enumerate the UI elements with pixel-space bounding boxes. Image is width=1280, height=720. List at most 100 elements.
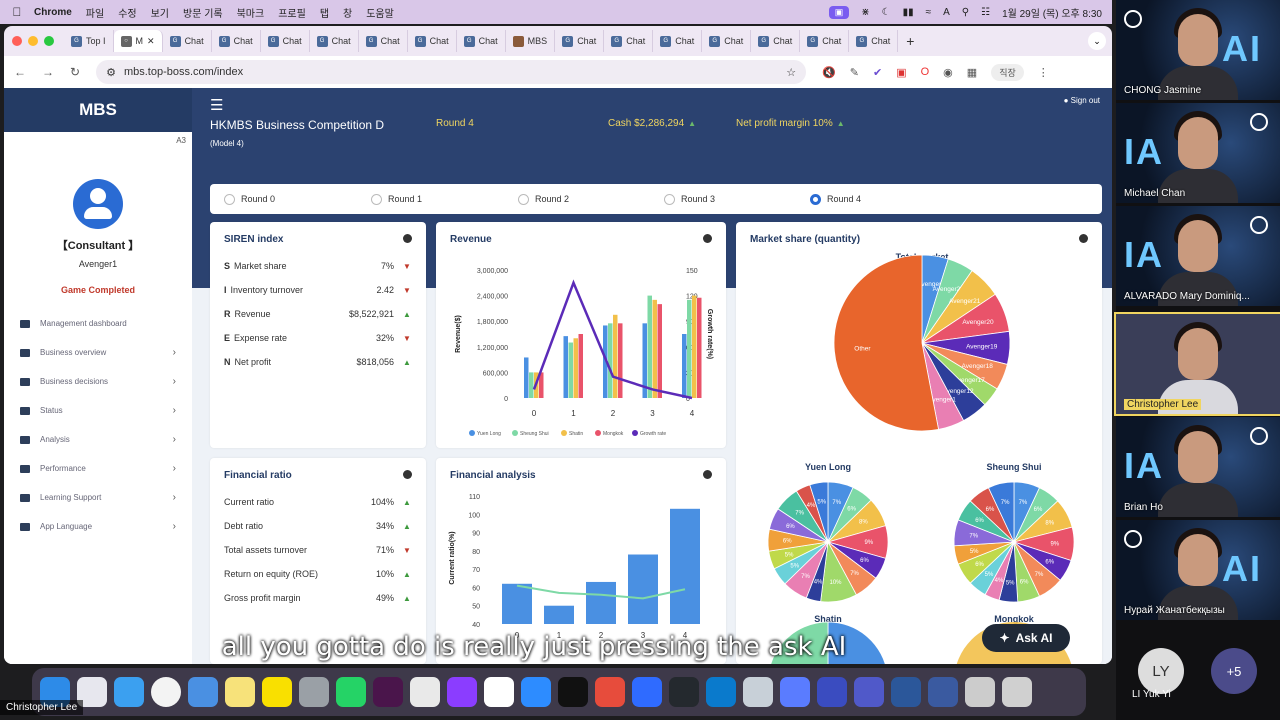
bookmark-star-icon[interactable]: ☆: [786, 66, 796, 79]
arc-icon[interactable]: [632, 677, 662, 707]
extension-opera-icon[interactable]: O: [921, 66, 930, 78]
round-option-1[interactable]: Round 1: [371, 193, 422, 205]
brand-logo[interactable]: MBS: [4, 88, 192, 132]
sidebar-item-business-decisions[interactable]: Business decisions ›: [4, 367, 192, 396]
menu-chrome[interactable]: Chrome: [34, 7, 72, 18]
settings-icon[interactable]: [299, 677, 329, 707]
tab-chat[interactable]: G Chat: [653, 30, 703, 52]
star-app-icon[interactable]: [817, 677, 847, 707]
battery-icon[interactable]: ▮▮: [903, 7, 914, 18]
menu-window[interactable]: 창: [343, 5, 352, 20]
sidebar-item-learning-support[interactable]: Learning Support ›: [4, 483, 192, 512]
phone-link-icon[interactable]: [780, 677, 810, 707]
notion-icon[interactable]: [484, 677, 514, 707]
word-icon[interactable]: [891, 677, 921, 707]
tab-chat[interactable]: G Chat: [457, 30, 506, 52]
forward-icon[interactable]: →: [42, 65, 54, 79]
trash-icon[interactable]: [1002, 677, 1032, 707]
puzzle-icon[interactable]: ▦: [967, 66, 977, 79]
participant-tile[interactable]: IA Brian Ho: [1116, 417, 1280, 517]
canva-icon[interactable]: [447, 677, 477, 707]
tab-mbs-active[interactable]: ○ M ✕: [113, 30, 163, 52]
whatsapp-icon[interactable]: [336, 677, 366, 707]
menu-view[interactable]: 보기: [151, 5, 169, 20]
site-info-icon[interactable]: ⚙: [106, 66, 116, 79]
tab-chat[interactable]: G Chat: [408, 30, 457, 52]
more-participants-button[interactable]: +5: [1211, 648, 1257, 694]
extension-dice-icon[interactable]: ▣: [896, 66, 906, 79]
minimize-window-button[interactable]: [28, 36, 38, 46]
url-text[interactable]: mbs.top-boss.com/index: [124, 66, 243, 78]
chrome-icon[interactable]: [151, 677, 181, 707]
perplexity-icon[interactable]: [558, 677, 588, 707]
sidebar-item-status[interactable]: Status ›: [4, 396, 192, 425]
search-icon[interactable]: ⚲: [962, 7, 969, 18]
tab-chat[interactable]: G Chat: [702, 30, 752, 52]
participant-tile[interactable]: AI Нурай Жанатбекқызы: [1116, 520, 1280, 620]
moon-icon[interactable]: ☾: [882, 7, 891, 18]
round-option-4[interactable]: Round 4: [810, 193, 861, 205]
round-option-2[interactable]: Round 2: [518, 193, 569, 205]
participant-tile[interactable]: IA Michael Chan: [1116, 103, 1280, 203]
info-icon[interactable]: [403, 234, 412, 243]
wifi-icon[interactable]: ≈: [926, 7, 932, 18]
kakaotalk-icon[interactable]: [262, 677, 292, 707]
round-option-3[interactable]: Round 3: [664, 193, 715, 205]
sidebar-item-business-overview[interactable]: Business overview ›: [4, 338, 192, 367]
menu-edit[interactable]: 수정: [118, 5, 136, 20]
tab-search-icon[interactable]: ⌄: [1088, 32, 1106, 50]
new-tab-button[interactable]: +: [906, 33, 914, 49]
teams-icon[interactable]: [854, 677, 884, 707]
hamburger-menu-icon[interactable]: ☰: [210, 96, 226, 114]
close-tab-icon[interactable]: ✕: [147, 36, 155, 47]
tab-chat[interactable]: G Chat: [849, 30, 899, 52]
browser-menu-icon[interactable]: ⋮: [1038, 66, 1049, 79]
downloads-icon[interactable]: [965, 677, 995, 707]
database-icon[interactable]: [743, 677, 773, 707]
tab-chat[interactable]: G Chat: [800, 30, 850, 52]
pen-icon[interactable]: ✎: [850, 66, 859, 79]
zoom-icon[interactable]: [521, 677, 551, 707]
mail-icon[interactable]: [188, 677, 218, 707]
mute-icon[interactable]: 🔇: [822, 66, 836, 79]
round-option-0[interactable]: Round 0: [224, 193, 275, 205]
menu-file[interactable]: 파일: [86, 5, 104, 20]
zoom-window-button[interactable]: [44, 36, 54, 46]
sidebar-item-app-language[interactable]: App Language ›: [4, 512, 192, 541]
tab-chat[interactable]: G Chat: [604, 30, 654, 52]
sidebar-item-performance[interactable]: Performance ›: [4, 454, 192, 483]
notes-icon[interactable]: [225, 677, 255, 707]
github-icon[interactable]: [669, 677, 699, 707]
screen-share-icon[interactable]: ▣: [828, 5, 850, 19]
menu-tab[interactable]: 탭: [320, 5, 329, 20]
tab-chat[interactable]: G Chat: [310, 30, 359, 52]
folder-icon[interactable]: [928, 677, 958, 707]
camera-icon[interactable]: ◉: [943, 66, 953, 79]
participant-tile[interactable]: IA ALVARADO Mary Dominiq...: [1116, 206, 1280, 306]
bluetooth-icon[interactable]: ⋇: [861, 7, 869, 18]
tab-mbs[interactable]: MBS: [506, 30, 556, 52]
participant-avatar-initials[interactable]: LY: [1138, 648, 1184, 694]
input-source-icon[interactable]: A: [943, 7, 950, 18]
menu-history[interactable]: 방문 기록: [183, 5, 223, 20]
tab-chat[interactable]: G Chat: [212, 30, 261, 52]
tab-chat[interactable]: G Chat: [751, 30, 801, 52]
sidebar-item-analysis[interactable]: Analysis ›: [4, 425, 192, 454]
tab-chat[interactable]: G Chat: [555, 30, 605, 52]
close-window-button[interactable]: [12, 36, 22, 46]
info-icon[interactable]: [403, 470, 412, 479]
participant-tile[interactable]: AI CHONG Jasmine: [1116, 0, 1280, 100]
menu-help[interactable]: 도움말: [366, 5, 394, 20]
tab-chat[interactable]: G Chat: [163, 30, 212, 52]
extension-check-icon[interactable]: ✔: [873, 66, 882, 79]
menu-profile[interactable]: 프로필: [278, 5, 306, 20]
slack-icon[interactable]: [373, 677, 403, 707]
address-bar[interactable]: ⚙ mbs.top-boss.com/index ☆: [96, 60, 807, 84]
tab-chat[interactable]: G Chat: [359, 30, 408, 52]
vscode-icon[interactable]: [706, 677, 736, 707]
safari-icon[interactable]: [114, 677, 144, 707]
tab-chat[interactable]: G Chat: [261, 30, 310, 52]
control-center-icon[interactable]: ☷: [981, 7, 990, 18]
reload-icon[interactable]: ↻: [70, 65, 80, 79]
profile-chip[interactable]: 직장: [991, 63, 1024, 81]
